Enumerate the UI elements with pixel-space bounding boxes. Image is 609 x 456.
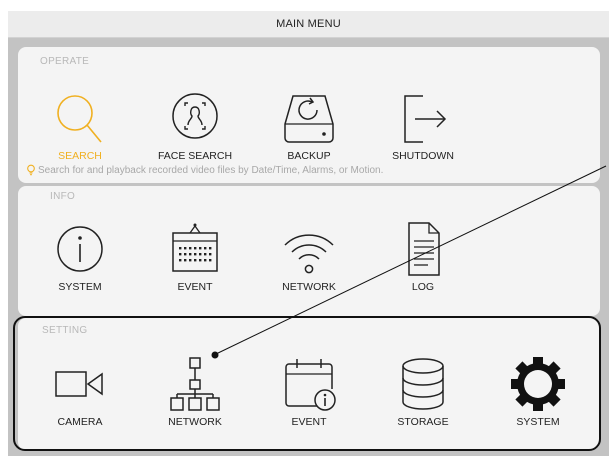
search-icon — [57, 95, 102, 143]
menu-item-face-search[interactable]: FACE SEARCH — [140, 88, 250, 162]
menu-item-info-event[interactable]: EVENT — [140, 219, 250, 293]
menu-item-label: LOG — [411, 281, 435, 293]
menu-item-label: FACE SEARCH — [157, 150, 233, 162]
menu-item-label: SEARCH — [58, 150, 102, 162]
menu-item-label: EVENT — [177, 281, 213, 293]
menu-item-info-network[interactable]: NETWORK — [254, 219, 364, 293]
menu-item-info-system[interactable]: SYSTEM — [25, 219, 135, 293]
operate-section-title: OPERATE — [40, 56, 90, 67]
wifi-icon — [284, 234, 334, 274]
lightbulb-icon — [27, 164, 35, 176]
menu-item-shutdown[interactable]: SHUTDOWN — [368, 88, 478, 162]
menu-item-label: NETWORK — [282, 281, 336, 293]
info-icon — [57, 226, 103, 272]
menu-item-label: SHUTDOWN — [392, 150, 454, 162]
face-search-icon — [172, 93, 218, 139]
title-bar: MAIN MENU — [8, 11, 609, 38]
backup-icon — [284, 95, 334, 143]
menu-item-backup[interactable]: BACKUP — [254, 88, 364, 162]
log-document-icon — [408, 222, 440, 276]
shutdown-icon — [404, 95, 447, 143]
info-section-title: INFO — [50, 191, 76, 202]
menu-item-info-log[interactable]: LOG — [368, 219, 478, 293]
menu-item-label: SYSTEM — [58, 281, 102, 293]
page-title: MAIN MENU — [276, 18, 341, 30]
hint-text: Search for and playback recorded video f… — [38, 165, 384, 176]
menu-item-search[interactable]: SEARCH — [25, 88, 135, 162]
menu-item-label: BACKUP — [287, 150, 331, 162]
calendar-icon — [172, 223, 218, 272]
setting-highlight-box — [13, 316, 601, 451]
